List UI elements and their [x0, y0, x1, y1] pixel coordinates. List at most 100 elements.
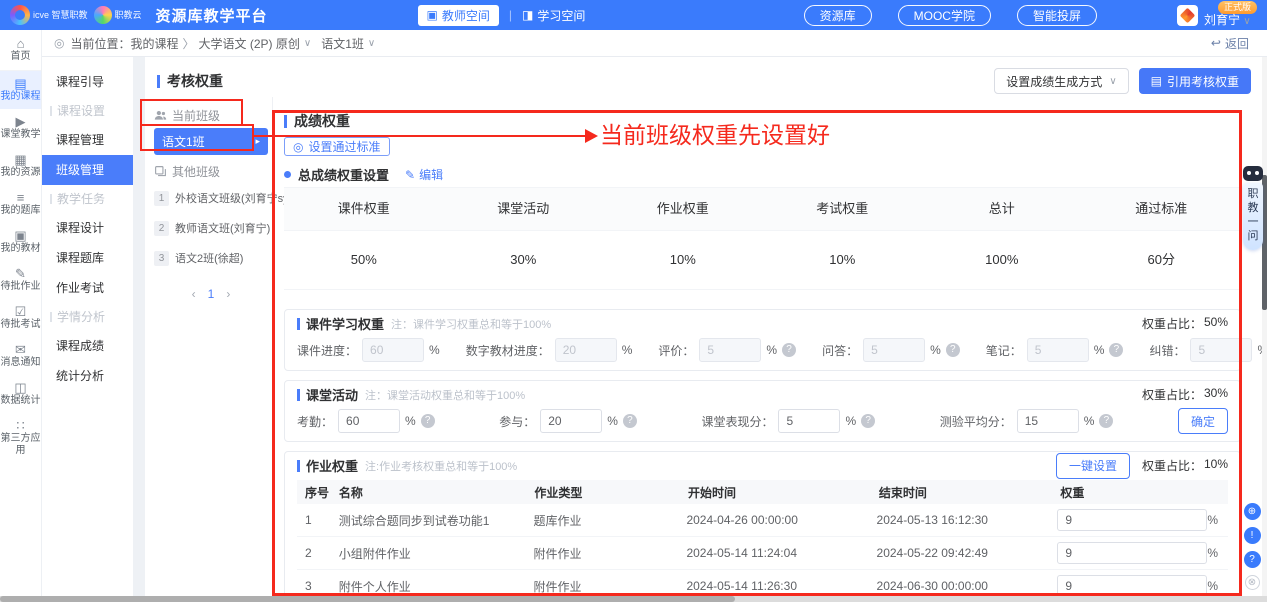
submenu-item-course-question-bank[interactable]: 课程题库: [42, 243, 133, 273]
submenu-group-course-settings: 课程设置: [42, 97, 133, 125]
submenu-item-homework-exam[interactable]: 作业考试: [42, 273, 133, 303]
top-links: 资源库 MOOC学院 智能投屏: [804, 5, 1097, 26]
field-courseware-progress: 课件进度：%: [297, 338, 440, 362]
icve-logo-text: icve 智慧职教: [33, 11, 88, 20]
rail-item-statistics[interactable]: ◫数据统计: [0, 375, 41, 413]
breadcrumb-class-dropdown[interactable]: 语文1班∨: [321, 35, 375, 52]
homework-section-title: 作业权重: [297, 456, 358, 475]
platform-title: 资源库教学平台: [156, 5, 268, 26]
pagination-prev[interactable]: ‹: [192, 287, 196, 301]
participation-input[interactable]: [540, 409, 602, 433]
rail-item-third-party[interactable]: ∷第三方应用: [0, 413, 41, 463]
user-menu[interactable]: 刘育宁 ∨: [1204, 14, 1251, 28]
homework-weight-input-2[interactable]: [1057, 542, 1207, 564]
courseware-ratio: 权重占比：50%: [1142, 315, 1228, 332]
rail-item-my-resources[interactable]: ▦我的资源: [0, 147, 41, 185]
user-org-logo: [1177, 5, 1198, 26]
rail-item-classroom-teaching[interactable]: ▶课堂教学: [0, 109, 41, 147]
horizontal-scrollbar-thumb[interactable]: [0, 596, 735, 602]
current-class-header: 当前班级: [154, 103, 268, 127]
set-pass-standard-button[interactable]: ◎ 设置通过标准: [284, 137, 390, 156]
class-activity-section: 课堂活动 注：课堂活动权重总和等于100% 权重占比：30% 考勤：%? 参与：…: [284, 380, 1241, 442]
submenu-item-statistical-analysis[interactable]: 统计分析: [42, 361, 133, 391]
rail-item-notifications[interactable]: ✉消息通知: [0, 337, 41, 375]
field-class-performance: 课堂表现分：%?: [701, 409, 875, 433]
rail-item-home[interactable]: ⌂首页: [0, 30, 41, 71]
grade-generation-mode-button[interactable]: 设置成绩生成方式∨: [994, 68, 1128, 94]
summary-weight-table: 课件权重 课堂活动 作业权重 考试权重 总计 通过标准 50% 30%: [284, 187, 1241, 290]
help-icon[interactable]: ?: [421, 414, 435, 428]
quiz-average-input[interactable]: [1017, 409, 1079, 433]
field-qa: 问答：%?: [822, 338, 960, 362]
field-digital-textbook-progress: 数字教材进度：%: [466, 338, 633, 362]
help-icon[interactable]: ?: [623, 414, 637, 428]
breadcrumb-my-courses[interactable]: 我的课程: [131, 35, 179, 52]
submenu-item-course-design[interactable]: 课程设计: [42, 213, 133, 243]
teacher-space-icon: ▣: [427, 8, 438, 22]
breadcrumb-prefix: 当前位置：: [70, 35, 130, 52]
col-homework-weight: 作业权重: [603, 188, 763, 230]
submenu-item-class-management[interactable]: 班级管理: [42, 155, 133, 185]
vertical-scrollbar-track[interactable]: [1262, 57, 1267, 596]
error-correction-input: [1190, 338, 1252, 362]
help-icon[interactable]: ?: [1109, 343, 1123, 357]
qa-input: [863, 338, 925, 362]
pending-homework-icon: ✎: [0, 266, 41, 281]
collapse-toolbar-icon[interactable]: ⊗: [1245, 575, 1260, 590]
notes-input: [1027, 338, 1089, 362]
feedback-icon[interactable]: !: [1244, 527, 1261, 544]
homework-weight-input-3[interactable]: [1057, 575, 1207, 597]
class-performance-input[interactable]: [778, 409, 840, 433]
page-title: 考核权重: [157, 71, 223, 91]
help-icon[interactable]: ?: [861, 414, 875, 428]
rail-item-textbooks[interactable]: ▣我的教材: [0, 223, 41, 261]
activity-confirm-button[interactable]: 确定: [1178, 408, 1228, 434]
current-class-item-selected[interactable]: 语文1班 ▸: [154, 128, 268, 155]
help-icon[interactable]: ?: [946, 343, 960, 357]
submenu-item-course-management[interactable]: 课程管理: [42, 125, 133, 155]
class-list-panel: 当前班级 语文1班 ▸ 其他班级 1外校语文班级(刘育宁sy): [150, 97, 272, 602]
rail-item-pending-homework[interactable]: ✎待批作业: [0, 261, 41, 299]
attendance-input[interactable]: [338, 409, 400, 433]
topbar: icve 智慧职教 职教云 资源库教学平台 ▣ 教师空间 | ◨ 学习空间 资源…: [0, 0, 1267, 30]
statistics-icon: ◫: [0, 380, 41, 395]
resource-library-button[interactable]: 资源库: [804, 5, 872, 26]
total-weight-settings-label: 总成绩权重设置: [284, 165, 389, 184]
pagination-next[interactable]: ›: [226, 287, 230, 301]
class-item-2[interactable]: 2教师语文班(刘育宁): [154, 213, 268, 243]
back-link[interactable]: ↩返回: [1211, 35, 1249, 52]
question-bank-icon: ≡: [0, 190, 41, 205]
breadcrumb-course-dropdown[interactable]: 大学语文 (2P) 原创∨: [199, 35, 312, 52]
mooc-college-button[interactable]: MOOC学院: [898, 5, 991, 26]
rail-item-question-bank[interactable]: ≡我的题库: [0, 185, 41, 223]
location-icon: ◎: [54, 36, 64, 50]
classroom-icon: ▶: [0, 114, 41, 129]
summary-value-row: 50% 30% 10% 10% 100% 60分: [284, 231, 1241, 290]
vocational-assistant-widget[interactable]: 职教一问: [1243, 166, 1263, 250]
quote-doc-icon: ▤: [1151, 74, 1162, 88]
main-panel: 考核权重 设置成绩生成方式∨ ▤引用考核权重 当前班级: [145, 57, 1267, 602]
homework-ratio: 权重占比：10%: [1142, 457, 1228, 474]
homework-weight-input-1[interactable]: [1057, 509, 1207, 531]
rail-item-pending-exams[interactable]: ☑待批考试: [0, 299, 41, 337]
service-globe-icon[interactable]: ⊕: [1244, 503, 1261, 520]
help-icon[interactable]: ?: [782, 343, 796, 357]
col-class-activity: 课堂活动: [444, 188, 604, 230]
field-error-correction: 纠错：%?: [1149, 338, 1267, 362]
edit-total-weight-link[interactable]: ✎ 编辑: [405, 166, 443, 183]
class-item-1[interactable]: 1外校语文班级(刘育宁sy): [154, 183, 268, 213]
submenu-item-course-grades[interactable]: 课程成绩: [42, 331, 133, 361]
one-key-setting-button[interactable]: 一键设置: [1056, 453, 1130, 479]
teacher-space-tab[interactable]: ▣ 教师空间: [418, 5, 499, 26]
courseware-section-note: 注：课件学习权重总和等于100%: [391, 316, 551, 332]
student-space-tab[interactable]: ◨ 学习空间: [522, 7, 585, 24]
quote-assessment-weight-button[interactable]: ▤引用考核权重: [1139, 68, 1251, 94]
help-icon[interactable]: ?: [1099, 414, 1113, 428]
help-circle-icon[interactable]: ?: [1244, 551, 1261, 568]
rail-item-my-courses[interactable]: ▤我的课程: [0, 71, 41, 109]
pagination-page-1[interactable]: 1: [208, 287, 215, 301]
val-courseware-weight: 50%: [284, 231, 444, 289]
submenu-item-course-guide[interactable]: 课程引导: [42, 67, 133, 97]
smart-cast-button[interactable]: 智能投屏: [1017, 5, 1097, 26]
class-item-3[interactable]: 3语文2班(徐超): [154, 243, 268, 273]
